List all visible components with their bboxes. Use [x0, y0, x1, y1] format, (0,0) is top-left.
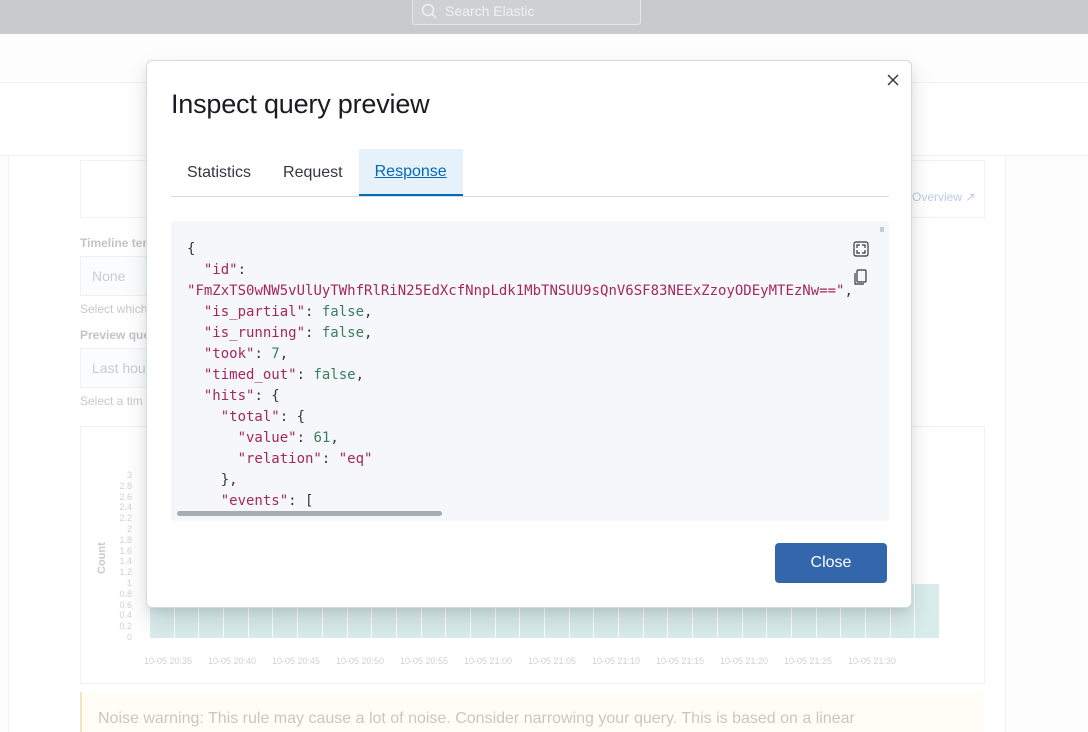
- inspect-modal: Inspect query preview Statistics Request…: [146, 60, 912, 608]
- y-tick-label: 0.4: [119, 610, 132, 621]
- x-tick-label: 10-05 21:00: [464, 656, 513, 666]
- x-tick-label: 10-05 21:30: [848, 656, 897, 666]
- search-icon: [421, 3, 437, 19]
- x-tick-label: 10-05 21:20: [720, 656, 769, 666]
- preview-query-label: Preview que: [80, 328, 151, 342]
- histogram-bar: [915, 584, 940, 638]
- modal-close-icon-button[interactable]: [881, 68, 905, 92]
- x-tick-label: 10-05 21:25: [784, 656, 833, 666]
- x-tick-label: 10-05 21:10: [592, 656, 641, 666]
- y-tick-label: 1.2: [119, 567, 132, 578]
- inspect-tabs: Statistics Request Response: [171, 149, 889, 197]
- y-tick-label: 1: [126, 578, 132, 588]
- y-tick-label: 1.6: [119, 545, 132, 556]
- y-tick-label: 2: [126, 524, 132, 534]
- copy-icon: [854, 269, 867, 285]
- x-tick-label: 10-05 21:05: [528, 656, 577, 666]
- vertical-scrollbar[interactable]: [880, 227, 884, 232]
- close-button[interactable]: Close: [775, 543, 887, 583]
- y-tick-label: 2.2: [119, 513, 132, 524]
- tab-response[interactable]: Response: [358, 149, 463, 196]
- modal-title: Inspect query preview: [171, 89, 430, 119]
- timeline-template-label: Timeline ter: [80, 236, 148, 250]
- copy-button[interactable]: [850, 266, 872, 288]
- y-tick-label: 0.2: [119, 621, 132, 632]
- x-tick-label: 10-05 20:50: [336, 656, 385, 666]
- y-tick-label: 0.8: [119, 588, 132, 599]
- y-tick-label: 1.4: [119, 556, 132, 567]
- noise-warning-text: Noise warning: This rule may cause a lot…: [98, 710, 855, 727]
- global-search-input[interactable]: Search Elastic: [412, 0, 641, 25]
- overview-link[interactable]: Overview ↗: [912, 190, 975, 204]
- x-tick-label: 10-05 20:35: [144, 656, 193, 666]
- tab-statistics[interactable]: Statistics: [171, 149, 267, 196]
- close-icon: [887, 74, 899, 86]
- noise-warning-callout: Noise warning: This rule may cause a lot…: [80, 692, 985, 732]
- y-tick-label: 1.8: [119, 534, 132, 545]
- preview-help-text: Select a tim: [80, 394, 143, 408]
- fullscreen-icon: [853, 241, 869, 257]
- x-tick-label: 10-05 21:15: [656, 656, 705, 666]
- x-tick-label: 10-05 20:55: [400, 656, 449, 666]
- y-tick-label: 0: [126, 632, 132, 642]
- chart-y-axis-label: Count: [96, 542, 108, 574]
- x-tick-label: 10-05 20:45: [272, 656, 321, 666]
- y-tick-label: 2.6: [119, 491, 132, 502]
- horizontal-scrollbar[interactable]: [177, 511, 442, 516]
- search-placeholder: Search Elastic: [445, 2, 535, 19]
- tab-request[interactable]: Request: [267, 149, 359, 196]
- x-tick-label: 10-05 20:40: [208, 656, 257, 666]
- y-tick-label: 0.6: [119, 599, 132, 610]
- response-json: { "id": "FmZxTS0wNW5vUlUyTWhfRlRiN25EdXc…: [187, 241, 853, 509]
- y-tick-label: 2.4: [119, 502, 132, 513]
- timeline-help-text: Select which: [80, 302, 148, 316]
- response-code-block[interactable]: { "id": "FmZxTS0wNW5vUlUyTWhfRlRiN25EdXc…: [171, 221, 889, 521]
- top-header-bar: Search Elastic: [0, 0, 1088, 34]
- y-tick-label: 3: [126, 470, 132, 480]
- y-tick-label: 2.8: [119, 480, 132, 491]
- fullscreen-button[interactable]: [850, 238, 872, 260]
